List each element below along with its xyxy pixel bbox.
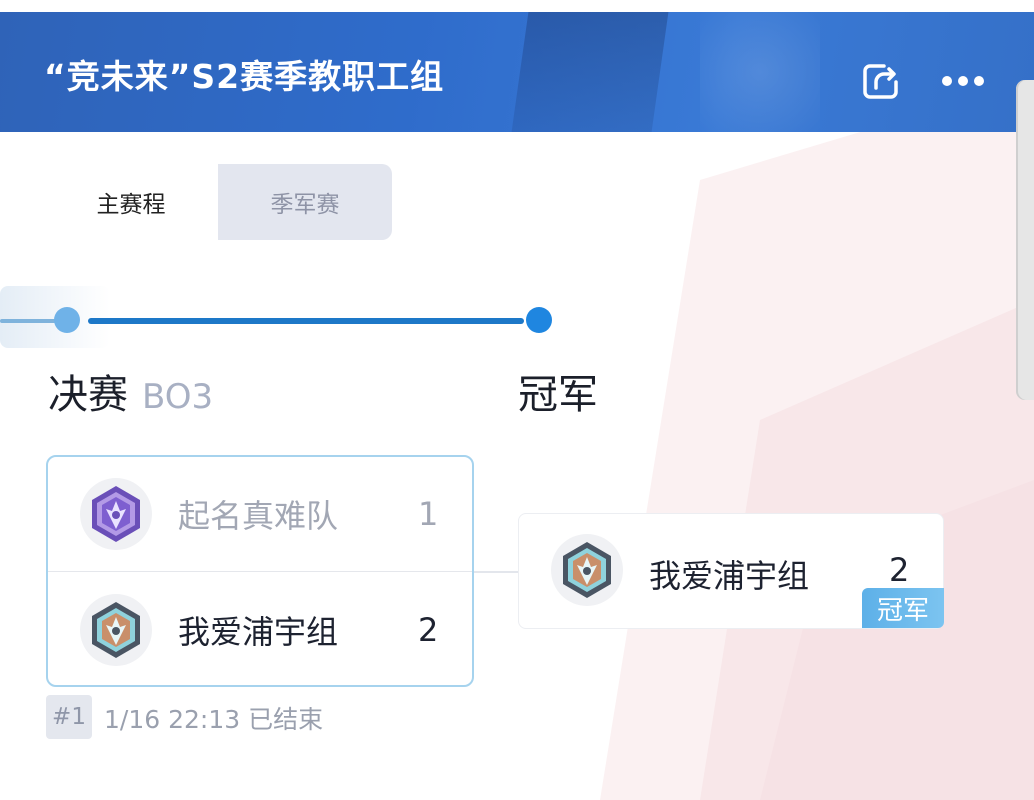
champion-score: 2 (889, 551, 910, 589)
champion-team-name: 我爱浦宇组 (649, 557, 810, 595)
team-shield-icon (80, 594, 152, 666)
stage-title-champion: 冠军 (518, 372, 598, 418)
more-horizontal-icon[interactable] (940, 58, 986, 104)
match-number-badge: #1 (46, 695, 92, 739)
team-name: 我爱浦宇组 (178, 613, 339, 651)
tab-third-place[interactable]: 季军赛 (218, 164, 392, 240)
match-card[interactable]: 起名真难队 1 我爱浦宇组 2 (46, 455, 474, 687)
stage-final-label: 决赛 (48, 372, 128, 418)
stage-title-final: 决赛 BO3 (48, 362, 213, 420)
app-header: “竞未来”S2赛季教职工组 (0, 12, 1034, 132)
champion-badge: 冠军 (862, 588, 944, 628)
team-shield-icon (80, 478, 152, 550)
timeline-dot-champion (526, 307, 552, 333)
team-score: 2 (418, 611, 439, 649)
schedule-tabs: 主赛程 季军赛 (44, 164, 394, 240)
bracket-connector (474, 571, 520, 573)
team-score: 1 (418, 495, 439, 533)
share-icon[interactable] (858, 58, 904, 104)
tab-main-schedule[interactable]: 主赛程 (44, 164, 218, 240)
side-scroll-handle[interactable] (1016, 80, 1034, 400)
timeline-line-prev (0, 319, 56, 323)
row-divider (48, 571, 472, 572)
match-time-status: 1/16 22:13 已结束 (104, 705, 324, 734)
team-shield-icon (551, 534, 623, 606)
stage-format: BO3 (142, 377, 214, 417)
page-title: “竞未来”S2赛季教职工组 (44, 57, 445, 96)
timeline-dot-final (54, 307, 80, 333)
timeline-line (88, 318, 524, 324)
team-row: 我爱浦宇组 2 (48, 573, 472, 687)
team-row: 起名真难队 1 (48, 457, 472, 571)
team-name: 起名真难队 (178, 497, 339, 535)
